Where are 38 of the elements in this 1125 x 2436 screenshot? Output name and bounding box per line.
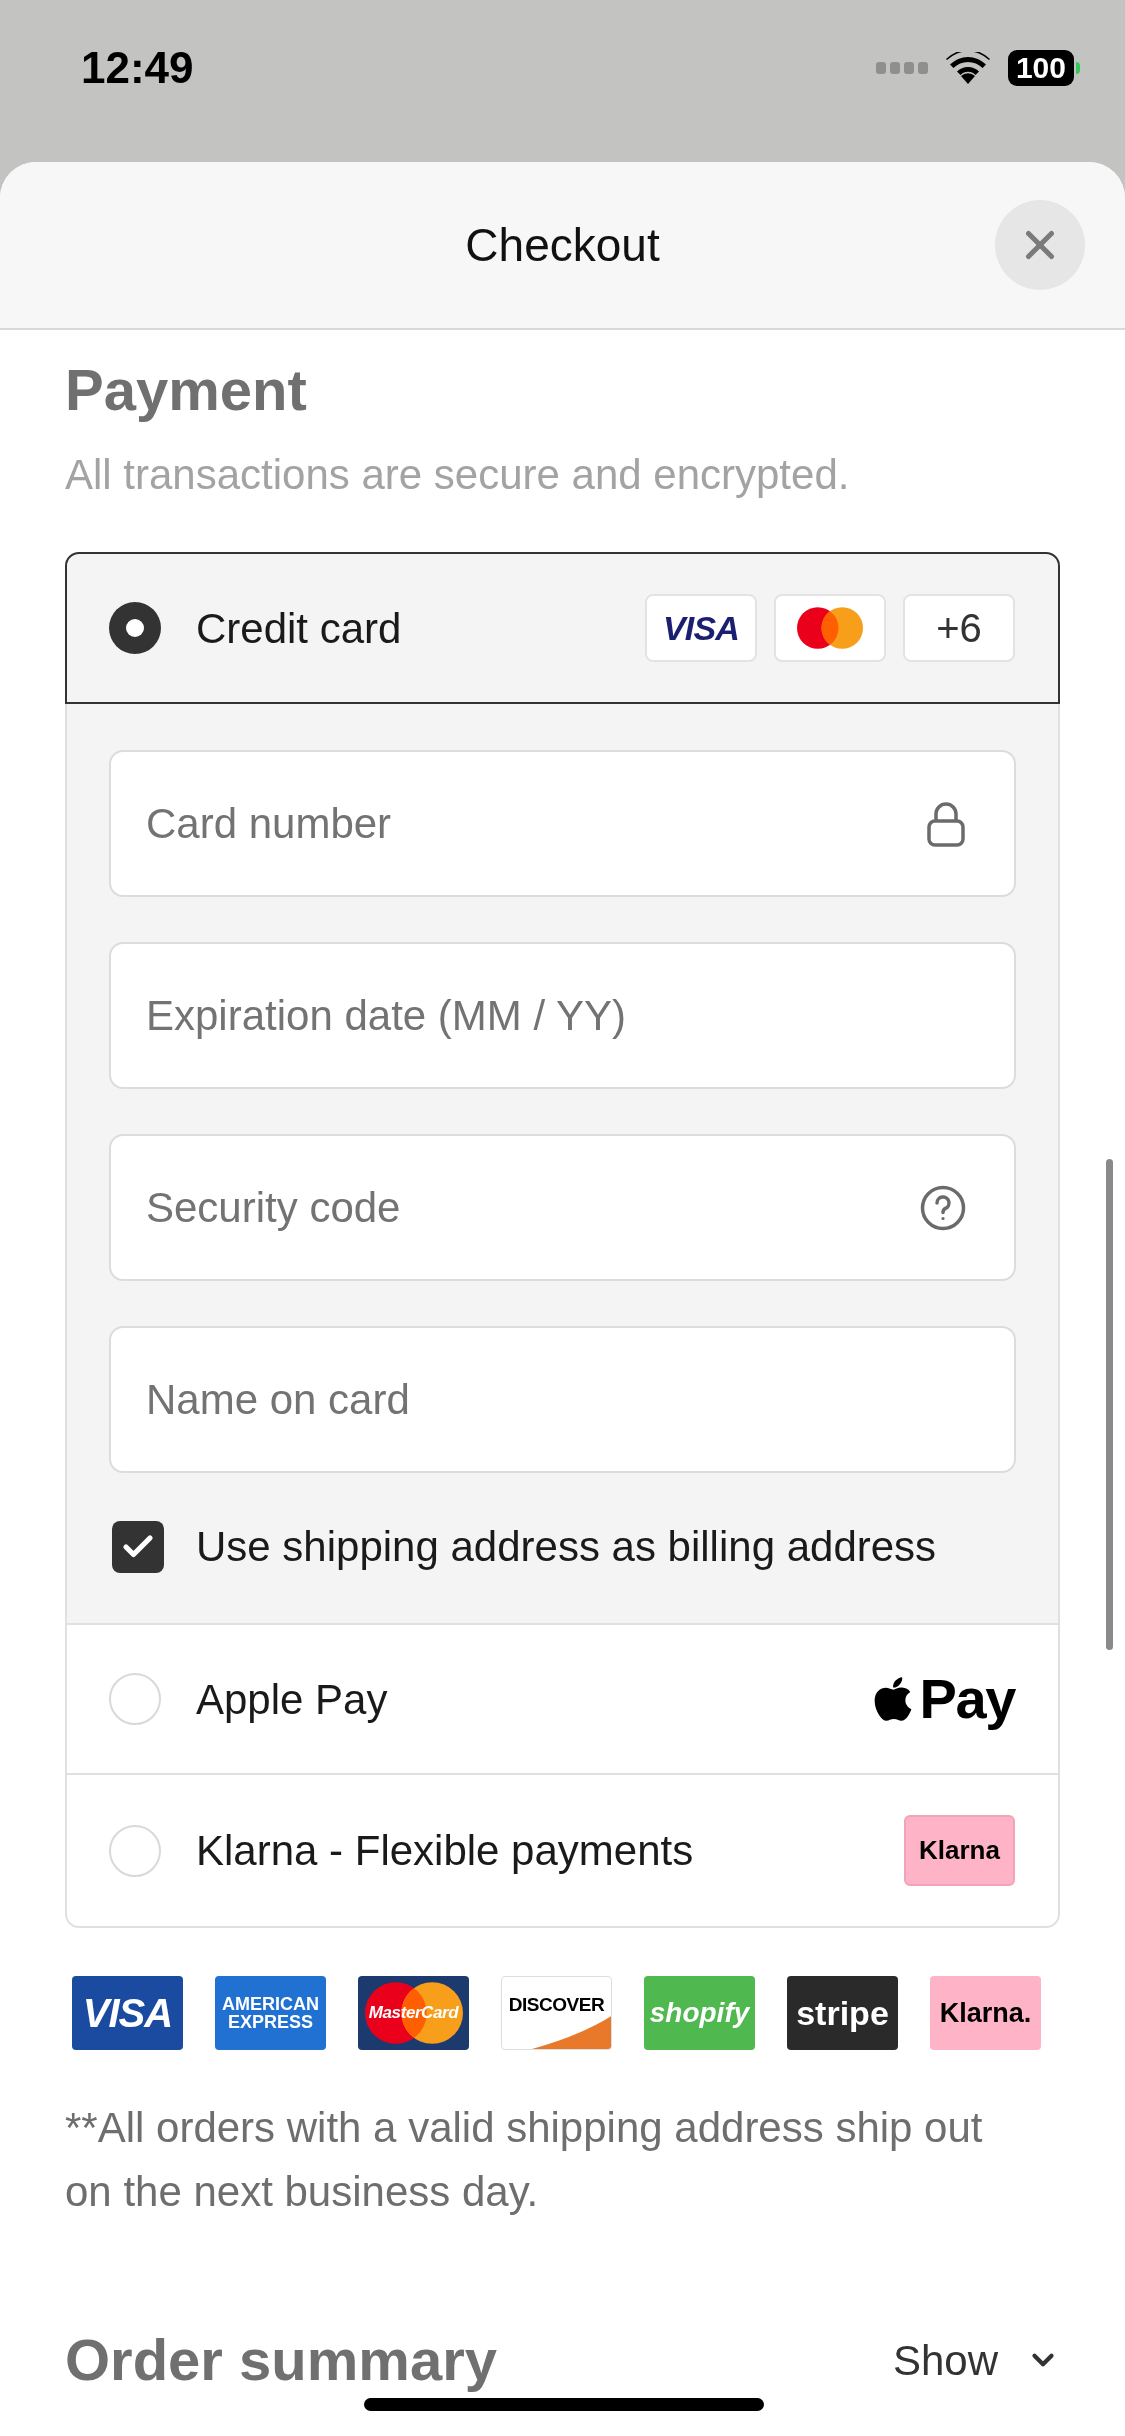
sheet-title: Checkout (465, 217, 660, 273)
signal-icon (875, 62, 928, 74)
shopify-logo: shopify (644, 1976, 755, 2050)
expiration-date-field[interactable]: Expiration date (MM / YY) (109, 942, 1016, 1089)
option-label: Apple Pay (196, 1674, 388, 1725)
visa-logo: VISA (645, 594, 757, 662)
help-icon (920, 1184, 966, 1231)
amex-logo: AMERICAN EXPRESS (215, 1976, 326, 2050)
credit-card-option[interactable]: Credit card VISA +6 (65, 552, 1060, 704)
option-label: Klarna - Flexible payments (196, 1826, 694, 1876)
payment-heading: Payment (65, 358, 308, 422)
more-cards-badge: +6 (903, 594, 1015, 662)
klarna-option[interactable]: Klarna - Flexible payments Klarna (65, 1773, 1060, 1928)
name-on-card-field[interactable]: Name on card (109, 1326, 1016, 1473)
mastercard-logo: MasterCard (358, 1976, 469, 2050)
radio-button[interactable] (109, 1673, 161, 1725)
show-toggle[interactable]: Show (892, 2328, 1060, 2392)
shipping-note: **All orders with a valid shipping address ship out on the next business day. (65, 2103, 984, 2217)
option-label: Credit card (196, 603, 402, 654)
visa-logo: VISA (72, 1976, 183, 2050)
battery-indicator: 100 (1007, 50, 1080, 86)
security-code-field[interactable]: Security code (109, 1134, 1016, 1281)
lock-icon (926, 800, 966, 847)
wifi-icon (945, 52, 990, 84)
klarna-logo: Klarna (904, 1815, 1015, 1886)
billing-address-label: Use shipping address as billing address (196, 1522, 937, 1572)
card-number-field[interactable]: Card number (109, 750, 1016, 897)
stripe-logo: stripe (787, 1976, 898, 2050)
radio-button[interactable] (109, 1824, 161, 1877)
radio-button[interactable] (109, 602, 161, 654)
payment-subtitle: All transactions are secure and encrypted. (65, 453, 851, 497)
mastercard-icon (774, 594, 886, 662)
discover-logo: DISCOVER (501, 1976, 612, 2050)
klarna-logo: Klarna. (930, 1976, 1041, 2050)
checkbox[interactable] (112, 1521, 164, 1573)
status-time: 12:49 (81, 42, 194, 94)
apple-pay-option[interactable]: Apple Pay Pay (65, 1623, 1060, 1773)
order-summary-heading: Order summary (65, 2328, 497, 2392)
